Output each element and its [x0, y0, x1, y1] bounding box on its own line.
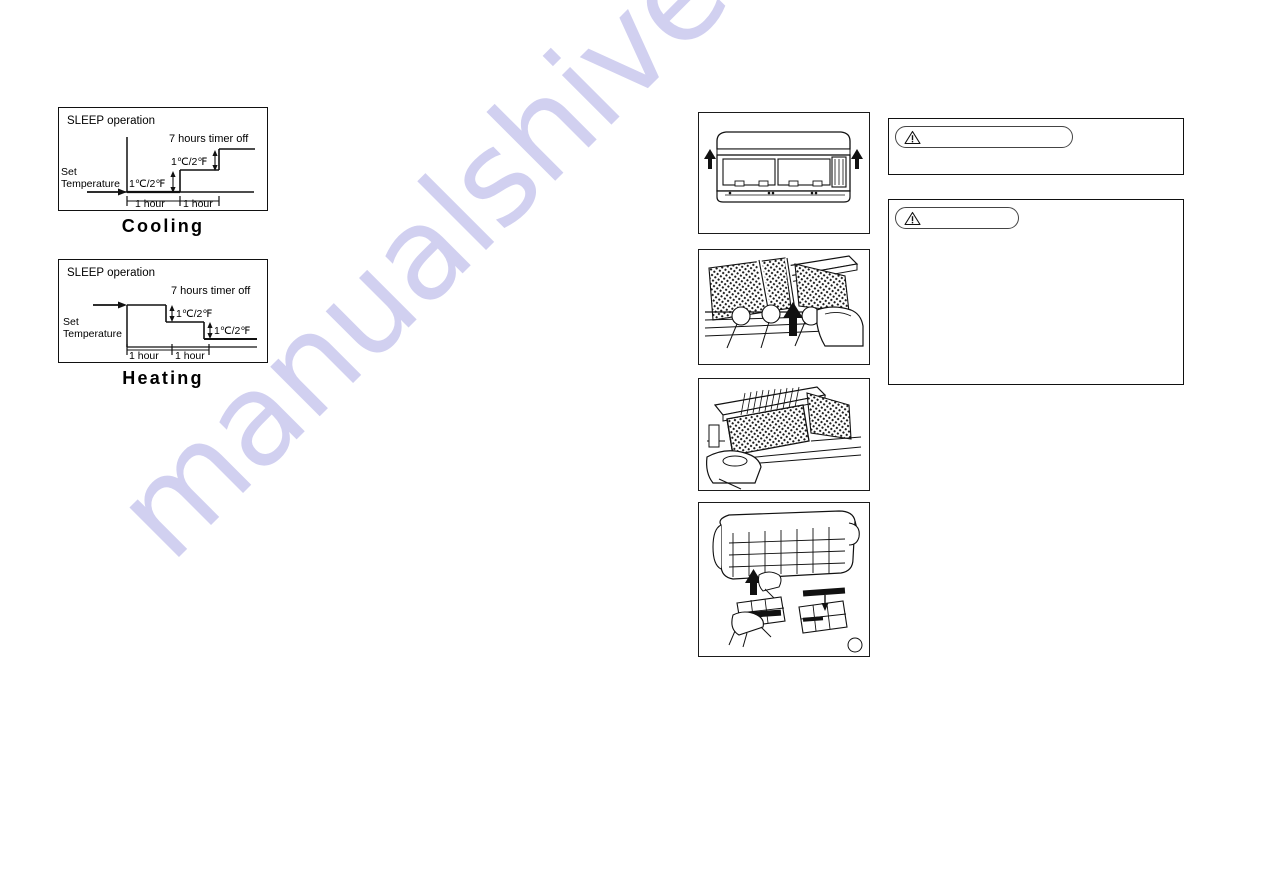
cooling-chart-graphic: SLEEP operation 7 hours timer off Set Te…	[61, 115, 255, 209]
illustration-release-filter	[698, 249, 870, 365]
illustration-open-front-panel	[698, 112, 870, 234]
heating-interval-label-1: 1 hour	[129, 350, 159, 361]
cooling-ylabel-line2: Temperature	[61, 178, 120, 190]
heating-ylabel-line1: Set	[63, 316, 79, 328]
heating-interval-label-2: 1 hour	[175, 350, 205, 361]
cooling-sleep-chart: SLEEP operation 7 hours timer off Set Te…	[58, 107, 268, 211]
cooling-ylabel-line1: Set	[61, 166, 77, 178]
heating-ylabel-line2: Temperature	[63, 328, 122, 340]
cooling-step-label-2: 1℃/2℉	[171, 156, 207, 168]
warning-triangle-icon	[904, 211, 921, 225]
pull-out-air-filter-drawing	[706, 386, 862, 490]
notice-caution-top	[888, 118, 1184, 175]
heating-chart-title: SLEEP operation	[67, 267, 155, 279]
up-arrow-right-icon	[851, 149, 863, 169]
cooling-interval-label-2: 1 hour	[183, 198, 213, 209]
heating-chart-graphic: SLEEP operation 7 hours timer off Set Te…	[63, 267, 257, 361]
up-arrow-left-icon	[704, 149, 716, 169]
heating-timer-annotation: 7 hours timer off	[171, 285, 251, 297]
indoor-unit-open-front-panel-drawing	[704, 131, 863, 203]
illustration-remove-filter	[698, 378, 870, 491]
vacuum-filter	[798, 587, 848, 634]
illustration-reinstall-filter	[698, 502, 870, 657]
heating-sleep-chart: SLEEP operation 7 hours timer off Set Te…	[58, 259, 268, 363]
cooling-interval-label-1: 1 hour	[135, 198, 165, 209]
cooling-timer-annotation: 7 hours timer off	[169, 133, 249, 145]
notice-caution-top-pill	[895, 126, 1073, 148]
heating-step-label-2: 1℃/2℉	[214, 325, 250, 337]
cooling-chart-title: SLEEP operation	[67, 115, 155, 127]
cooling-step-label-1: 1℃/2℉	[129, 178, 165, 190]
reinstall-filter-and-clean-drawing	[712, 510, 863, 653]
document-page: manualshive SLEEP operation 7 hours time…	[0, 0, 1263, 893]
release-air-filter-drawing	[704, 255, 864, 349]
notice-caution-bottom-pill	[895, 207, 1019, 229]
heating-step-label-1: 1℃/2℉	[176, 308, 212, 320]
clean-filter-with-hand	[728, 596, 786, 648]
notice-caution-bottom	[888, 199, 1184, 385]
heating-caption: Heating	[122, 368, 204, 388]
cooling-caption: Cooling	[121, 216, 205, 236]
warning-triangle-icon	[904, 130, 921, 144]
